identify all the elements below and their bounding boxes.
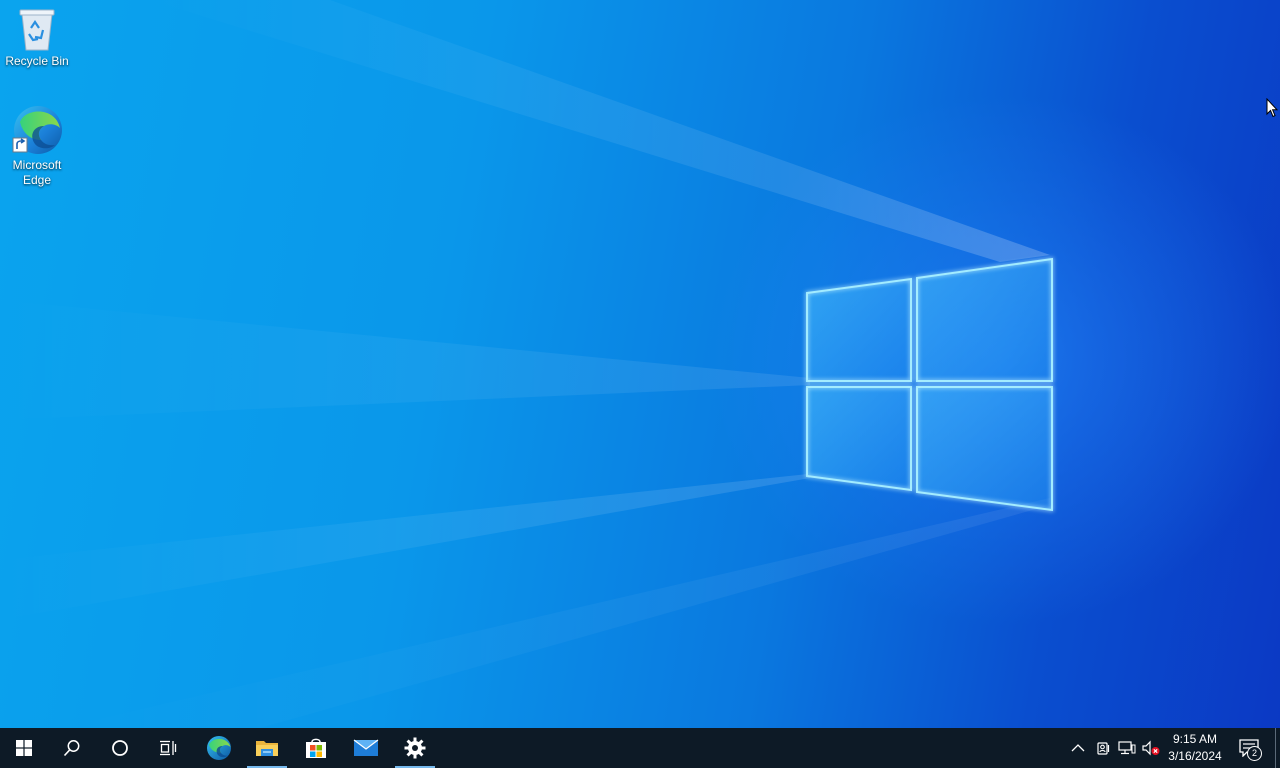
windows-logo-wallpaper [805, 257, 1054, 512]
show-desktop-button[interactable] [1275, 728, 1280, 768]
search-icon [63, 740, 80, 757]
mail-icon [353, 739, 379, 756]
desktop-icon-recycle-bin[interactable]: Recycle Bin [0, 6, 74, 69]
notification-count-badge: 2 [1247, 746, 1262, 761]
search-button[interactable] [48, 728, 96, 768]
volume-muted-icon [1142, 740, 1160, 756]
circle-icon [112, 740, 128, 756]
clock-date: 3/16/2024 [1168, 749, 1222, 763]
store-icon [306, 738, 326, 758]
recycle-bin-label: Recycle Bin [5, 54, 69, 68]
start-button[interactable] [0, 728, 48, 768]
network-icon [1118, 741, 1136, 755]
desktop[interactable]: Recycle Bin Microsoft Edge [0, 0, 1280, 728]
taskbar-microsoft-store-button[interactable] [292, 728, 340, 768]
action-center-button[interactable]: 2 [1238, 738, 1262, 761]
microsoft-edge-label: Microsoft Edge [12, 158, 62, 187]
gear-icon [404, 737, 426, 759]
edge-icon [12, 106, 62, 154]
meet-now-icon [1097, 742, 1110, 755]
taskbar-settings-button[interactable] [391, 728, 439, 768]
task-view-icon [160, 740, 177, 756]
clock-time: 9:15 AM [1172, 732, 1218, 746]
recycle-bin-icon [19, 9, 55, 51]
cortana-button[interactable] [96, 728, 144, 768]
volume-button[interactable] [1141, 738, 1161, 758]
meet-now-button[interactable] [1093, 738, 1113, 758]
task-view-button[interactable] [144, 728, 192, 768]
folder-icon [256, 741, 278, 756]
mouse-cursor-icon [1266, 98, 1278, 118]
network-button[interactable] [1117, 738, 1137, 758]
clock[interactable]: 9:15 AM 3/16/2024 [1162, 731, 1228, 765]
taskbar-edge-button[interactable] [195, 728, 243, 768]
chevron-up-icon [1071, 744, 1085, 752]
desktop-icon-microsoft-edge[interactable]: Microsoft Edge [0, 104, 74, 188]
edge-icon [207, 736, 231, 760]
taskbar-file-explorer-button[interactable] [243, 728, 291, 768]
taskbar-mail-button[interactable] [342, 728, 390, 768]
windows-logo-icon [16, 740, 32, 756]
show-hidden-icons-button[interactable] [1068, 738, 1088, 758]
taskbar: 9:15 AM 3/16/2024 2 [0, 728, 1280, 768]
